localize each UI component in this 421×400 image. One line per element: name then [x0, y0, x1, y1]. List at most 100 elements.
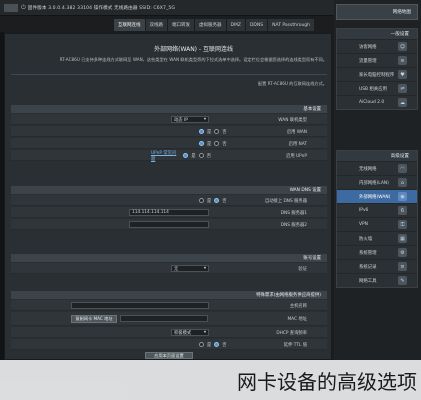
page-description: RT-AC86U 已支持多种连线方式联网至 WAN，这些类型在 WAN 联机类型… — [59, 57, 327, 62]
mac-row: MAC 地址 复制网卡 MAC 地址 — [11, 312, 327, 326]
log-icon: ≡ — [398, 262, 407, 271]
hostname-input[interactable] — [71, 302, 209, 309]
page-hint: 配置 RT-AC86U 的互联网连线方式。 — [257, 81, 327, 86]
sidebar-item-label: 系统管理 — [359, 250, 377, 256]
logout-icon[interactable]: ⏻ — [21, 4, 26, 12]
auto-dns-row: 自动接上 DNS 服务器 是 否 — [11, 195, 327, 206]
chevron-down-icon: ▾ — [203, 266, 206, 271]
upnp-faq-link[interactable]: UPnP 常见问题 — [151, 150, 180, 162]
sidebar-group-header: 一般设置 — [337, 29, 417, 39]
enable-nat-row: 启用 NAT 是 否 — [11, 138, 327, 149]
enable-upnp-no-radio[interactable] — [198, 153, 204, 158]
sidebar-item-label: 无线网络 — [359, 166, 377, 172]
enable-nat-yes-radio[interactable] — [199, 141, 204, 146]
page-title: 外部网络(WAN) - 互联网连线 — [154, 46, 233, 53]
sidebar-group-general: 一般设置 访客网络 ☺ 流量管理 ≋ 家长电脑控制程序 ♥ USB 相关应用 ⇌ AiC… — [336, 28, 418, 110]
brand-logo — [4, 3, 18, 12]
sidebar-group-header: 高级设置 — [337, 151, 417, 161]
admin-icon: ⚙ — [398, 248, 407, 257]
enable-upnp-row: 启用 UPnP UPnP 常见问题 是 否 — [11, 150, 327, 162]
mac-input[interactable] — [120, 315, 208, 322]
tab-internet[interactable]: 互联网连线 — [114, 19, 146, 31]
dns1-label: DNS 服务器1 — [280, 211, 307, 216]
image-caption: 网卡设备的高级选项 — [0, 360, 421, 400]
traffic-icon: ≋ — [398, 56, 407, 65]
section-basic-header: 基本设置 — [11, 105, 327, 113]
sidebar-item-ipv6[interactable]: IPv6 6 — [337, 203, 417, 217]
no-label: 否 — [222, 198, 227, 204]
sidebar-item-firewall[interactable]: 防火墙 ▦ — [337, 231, 417, 245]
dns1-row: DNS 服务器1 114.114.114.114 — [11, 207, 327, 218]
dns2-input[interactable] — [129, 221, 209, 228]
tab-nat-passthrough[interactable]: NAT Passthrough — [268, 19, 316, 31]
sidebar-item-guest-network[interactable]: 访客网络 ☺ — [337, 39, 417, 53]
enable-wan-yes-radio[interactable] — [199, 129, 204, 134]
sidebar-item-usb[interactable]: USB 相关应用 ⇌ — [337, 81, 417, 95]
tab-virtual-server[interactable]: 虚拟服务器 — [195, 19, 227, 31]
clone-mac-button[interactable]: 复制网卡 MAC 地址 — [71, 314, 117, 323]
yes-label: 是 — [207, 198, 212, 204]
sidebar-item-vpn[interactable]: VPN ⚿ — [337, 217, 417, 231]
auto-dns-yes-radio[interactable] — [199, 198, 204, 203]
sidebar-item-wan[interactable]: 外部网络(WAN) ◉ — [337, 189, 417, 203]
sidebar-item-log[interactable]: 系统记录 ≡ — [337, 259, 417, 273]
section-isp-header: 特殊需求(由网络服务供应商提供) — [11, 291, 327, 299]
firmware-status: 固件版本 3.0.0.4.382 33104 操作模式 无线路由器 SSID: … — [27, 5, 176, 11]
section-dns-header: WAN DNS 设置 — [11, 186, 327, 194]
wan-type-select[interactable]: 动态 IP ▾ — [171, 116, 209, 123]
tab-dual-wan[interactable]: 双线路 — [145, 19, 168, 31]
tab-dmz[interactable]: DMZ — [226, 19, 246, 31]
auth-value: 无 — [174, 266, 179, 272]
auto-dns-no-radio[interactable] — [214, 198, 220, 203]
yes-label: 是 — [207, 141, 212, 147]
sidebar-item-label: 系统记录 — [359, 264, 377, 270]
sidebar-item-admin[interactable]: 系统管理 ⚙ — [337, 245, 417, 259]
auth-row: 验证 无 ▾ — [11, 263, 327, 274]
sidebar-item-label: IPv6 — [359, 208, 369, 213]
ttl-row: 延伸 TTL 值 是 否 — [11, 339, 327, 350]
tab-ddns[interactable]: DDNS — [245, 19, 269, 31]
sidebar-item-lan[interactable]: 内部网络(LAN) ⌂ — [337, 175, 417, 189]
mac-label: MAC 地址 — [287, 317, 307, 322]
wan-icon: ◉ — [398, 192, 407, 201]
dns1-input[interactable]: 114.114.114.114 — [129, 209, 209, 216]
sidebar-item-label: AiCloud 2.0 — [359, 100, 385, 105]
dhcp-query-value: 积极模式 — [174, 330, 192, 336]
sidebar-item-label: 防火墙 — [359, 236, 373, 242]
wan-tabs: 互联网连线 双线路 端口转发 虚拟服务器 DMZ DDNS NAT Passth… — [114, 19, 332, 31]
dns2-row: DNS 服务器2 — [11, 219, 327, 230]
enable-upnp-yes-radio[interactable] — [183, 153, 189, 158]
lan-icon: ⌂ — [398, 178, 407, 187]
sidebar-item-traffic[interactable]: 流量管理 ≋ — [337, 53, 417, 67]
apply-button[interactable]: 应用本页面设置 — [145, 352, 193, 359]
ttl-yes-radio[interactable] — [199, 342, 204, 347]
parental-icon: ♥ — [398, 70, 407, 79]
sidebar-item-wireless[interactable]: 无线网络 ◠ — [337, 161, 417, 175]
enable-nat-no-radio[interactable] — [214, 141, 220, 146]
yes-label: 是 — [207, 129, 212, 135]
sidebar-item-tools[interactable]: 网络工具 ✎ — [337, 273, 417, 287]
dhcp-query-label: DHCP 查询频率 — [276, 331, 307, 336]
dhcp-query-select[interactable]: 积极模式 ▾ — [171, 329, 209, 336]
sidebar-item-parental[interactable]: 家长电脑控制程序 ♥ — [337, 67, 417, 81]
auth-select[interactable]: 无 ▾ — [171, 265, 209, 272]
wan-type-label: WAN 联机类型 — [278, 118, 307, 123]
no-label: 否 — [206, 153, 211, 159]
ttl-no-radio[interactable] — [214, 342, 220, 347]
wifi-icon: ◠ — [398, 164, 407, 173]
auth-label: 验证 — [298, 267, 307, 272]
tab-port-trigger[interactable]: 端口转发 — [168, 19, 195, 31]
sidebar-item-network-map[interactable]: 网络地图 — [336, 4, 418, 20]
ipv6-icon: 6 — [398, 206, 407, 215]
firewall-icon: ▦ — [398, 234, 407, 243]
cloud-icon: ☁ — [398, 98, 407, 107]
sidebar-item-label: 外部网络(WAN) — [359, 194, 391, 200]
sidebar-item-label: 网络地图 — [392, 10, 411, 15]
chevron-down-icon: ▾ — [203, 330, 206, 335]
section-account-header: 账号设置 — [11, 254, 327, 262]
no-label: 否 — [222, 129, 227, 135]
enable-wan-no-radio[interactable] — [214, 129, 220, 134]
sidebar-item-label: 网络工具 — [359, 278, 377, 284]
main-panel: 外部网络(WAN) - 互联网连线 RT-AC86U 已支持多种连线方式联网至 … — [4, 33, 332, 360]
sidebar-item-aicloud[interactable]: AiCloud 2.0 ☁ — [337, 95, 417, 109]
